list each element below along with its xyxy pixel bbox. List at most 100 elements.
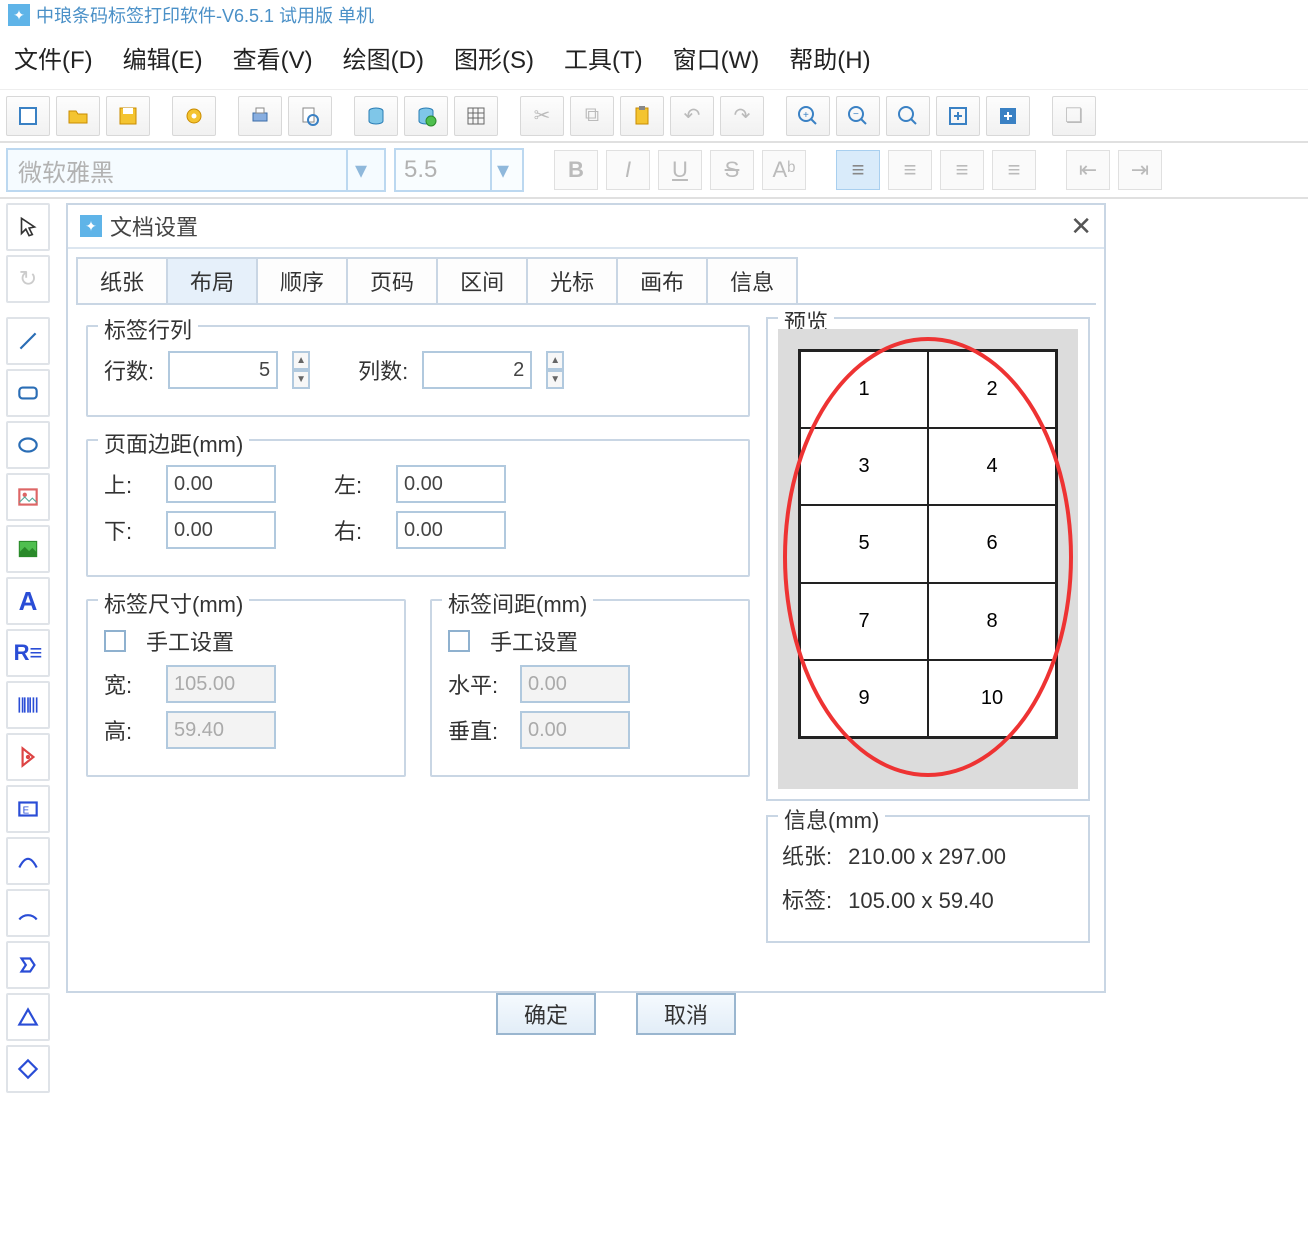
undo-icon[interactable]: ↶ [670,96,714,136]
align-justify-icon[interactable]: ≡ [992,150,1036,190]
new-icon[interactable] [6,96,50,136]
ellipse-tool-icon[interactable] [6,421,50,469]
image-tool-icon[interactable] [6,473,50,521]
open-icon[interactable] [56,96,100,136]
margin-bottom-label: 下: [104,514,152,546]
title-bar: ✦ 中琅条码标签打印软件-V6.5.1 试用版 单机 [0,0,1308,30]
elec-tool-icon[interactable]: E [6,785,50,833]
curve-tool-icon[interactable] [6,837,50,885]
cancel-button[interactable]: 取消 [636,993,736,1035]
polygon-tool-icon[interactable] [6,941,50,989]
copy-icon[interactable]: ⧉ [570,96,614,136]
rows-input[interactable] [168,351,278,389]
legend-labelsize: 标签尺寸(mm) [98,587,249,619]
manual-gap-checkbox[interactable] [448,630,470,652]
rotate-tool-icon[interactable]: ↻ [6,255,50,303]
cols-input[interactable] [422,351,532,389]
margin-top-input[interactable] [166,465,276,503]
dialog-area: ✦ 文档设置 ✕ 纸张 布局 顺序 页码 区间 光标 画布 信息 标签行列 [56,199,1308,1255]
margin-top-label: 上: [104,468,152,500]
tab-range[interactable]: 区间 [436,257,528,303]
cut-icon[interactable]: ✂ [520,96,564,136]
richtext-tool-icon[interactable]: R≡ [6,629,50,677]
tab-canvas[interactable]: 画布 [616,257,708,303]
menu-draw[interactable]: 绘图(D) [343,40,424,75]
legend-rowscols: 标签行列 [98,313,198,345]
margin-right-input[interactable] [396,511,506,549]
manual-size-checkbox[interactable] [104,630,126,652]
app-title: 中琅条码标签打印软件-V6.5.1 试用版 单机 [36,2,374,28]
menu-shape[interactable]: 图形(S) [454,40,534,75]
fit-icon[interactable] [936,96,980,136]
font-family-select[interactable]: 微软雅黑 ▾ [6,148,386,192]
gap-v-label: 垂直: [448,714,506,746]
strike-icon[interactable]: S [710,150,754,190]
margin-bottom-input[interactable] [166,511,276,549]
grid-icon[interactable] [454,96,498,136]
align-center-icon[interactable]: ≡ [888,150,932,190]
save-icon[interactable] [106,96,150,136]
rect-tool-icon[interactable] [6,369,50,417]
gap-h-input [520,665,630,703]
cols-spinner[interactable]: ▲▼ [546,351,564,389]
font-style-icon[interactable]: Aᵇ [762,150,806,190]
preview-cell: 3 [800,428,928,505]
gap-h-label: 水平: [448,668,506,700]
diamond-tool-icon[interactable] [6,1045,50,1093]
menu-edit[interactable]: 编辑(E) [123,40,203,75]
margin-left-input[interactable] [396,465,506,503]
paste-icon[interactable] [620,96,664,136]
menu-view[interactable]: 查看(V) [233,40,313,75]
settings-icon[interactable] [172,96,216,136]
manual-gap-label: 手工设置 [490,625,578,657]
legend-margins: 页面边距(mm) [98,427,249,459]
align-left-icon[interactable]: ≡ [836,150,880,190]
menu-window[interactable]: 窗口(W) [673,40,760,75]
zoom-in-icon[interactable]: + [786,96,830,136]
indent-left-icon[interactable]: ⇤ [1066,150,1110,190]
barcode-tool-icon[interactable] [6,681,50,729]
tab-info[interactable]: 信息 [706,257,798,303]
line-tool-icon[interactable] [6,317,50,365]
chevron-down-icon[interactable]: ▾ [490,150,514,190]
menu-help[interactable]: 帮助(H) [789,40,870,75]
bold-icon[interactable]: B [554,150,598,190]
qrcode-tool-icon[interactable] [6,733,50,781]
tab-paper[interactable]: 纸张 [76,257,168,303]
legend-labelgap: 标签间距(mm) [442,587,593,619]
zoom-reset-icon[interactable] [886,96,930,136]
tab-layout[interactable]: 布局 [166,257,258,303]
preview-page: 1 2 3 4 5 6 7 8 9 10 [798,349,1058,739]
italic-icon[interactable]: I [606,150,650,190]
rows-spinner[interactable]: ▲▼ [292,351,310,389]
font-size-select[interactable]: 5.5 ▾ [394,148,524,192]
underline-icon[interactable]: U [658,150,702,190]
redo-icon[interactable]: ↷ [720,96,764,136]
tab-order[interactable]: 顺序 [256,257,348,303]
picture-tool-icon[interactable] [6,525,50,573]
preview-icon[interactable] [288,96,332,136]
tab-cursor[interactable]: 光标 [526,257,618,303]
cursor-tool-icon[interactable] [6,203,50,251]
fit-all-icon[interactable] [986,96,1030,136]
dialog-icon: ✦ [80,215,102,237]
menu-file[interactable]: 文件(F) [14,40,93,75]
db-icon[interactable] [354,96,398,136]
tab-pageno[interactable]: 页码 [346,257,438,303]
arc-tool-icon[interactable] [6,889,50,937]
triangle-tool-icon[interactable] [6,993,50,1041]
layers-icon[interactable]: ❏ [1052,96,1096,136]
preview-cell: 4 [928,428,1056,505]
font-size-value: 5.5 [404,156,437,184]
chevron-down-icon[interactable]: ▾ [346,150,374,190]
text-tool-icon[interactable]: A [6,577,50,625]
zoom-out-icon[interactable]: − [836,96,880,136]
ok-button[interactable]: 确定 [496,993,596,1035]
rows-label: 行数: [104,354,154,386]
db-refresh-icon[interactable] [404,96,448,136]
indent-right-icon[interactable]: ⇥ [1118,150,1162,190]
print-icon[interactable] [238,96,282,136]
align-right-icon[interactable]: ≡ [940,150,984,190]
menu-tool[interactable]: 工具(T) [564,40,643,75]
close-icon[interactable]: ✕ [1070,211,1092,242]
